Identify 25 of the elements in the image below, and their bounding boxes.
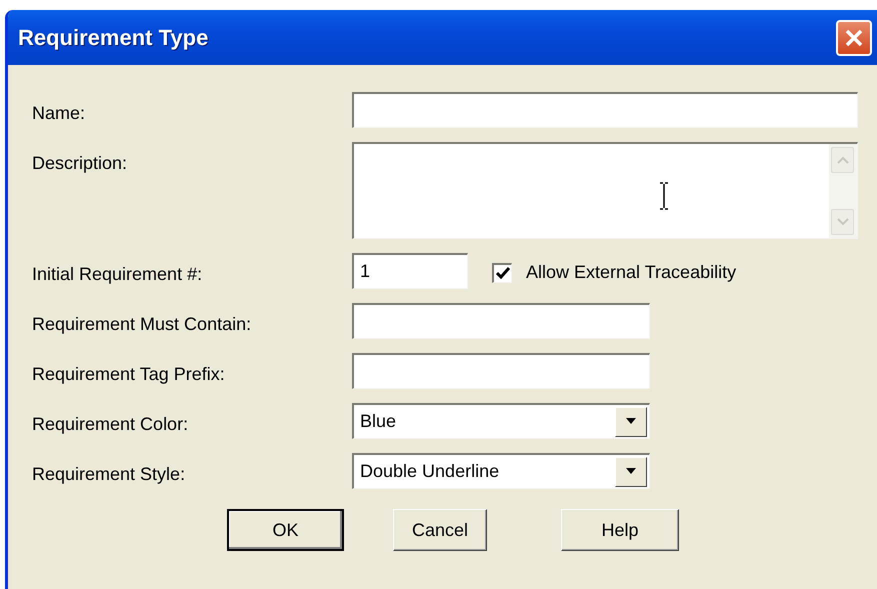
- text-field[interactable]: [352, 303, 650, 339]
- dropdown[interactable]: Double Underline: [352, 453, 650, 489]
- text-cursor-icon: [659, 182, 669, 210]
- close-button[interactable]: [836, 20, 872, 56]
- dialog-button[interactable]: OK: [227, 509, 344, 551]
- checkbox-label: Allow External Traceability: [526, 261, 736, 284]
- caret-icon: [625, 418, 637, 425]
- field-label: Requirement Must Contain:: [32, 313, 252, 336]
- window-title: Requirement Type: [18, 24, 208, 52]
- chevron-up-icon: [836, 156, 848, 164]
- dialog-button[interactable]: Help: [561, 509, 679, 551]
- chevron-down-icon: [836, 218, 848, 226]
- text-field[interactable]: [352, 353, 650, 389]
- dialog-button[interactable]: Cancel: [393, 509, 487, 551]
- caret-icon: [625, 468, 637, 475]
- checkbox[interactable]: [492, 262, 512, 282]
- field-label: Description:: [32, 152, 128, 175]
- field-label: Name:: [32, 102, 86, 125]
- dropdown[interactable]: Blue: [352, 403, 650, 439]
- field-label: Requirement Style:: [32, 463, 186, 486]
- field-label: Initial Requirement #:: [32, 263, 204, 286]
- text-field[interactable]: [352, 92, 858, 128]
- field-label: Requirement Color:: [32, 413, 190, 436]
- number-field[interactable]: 1: [352, 253, 468, 289]
- field-label: Requirement Tag Prefix:: [32, 363, 226, 386]
